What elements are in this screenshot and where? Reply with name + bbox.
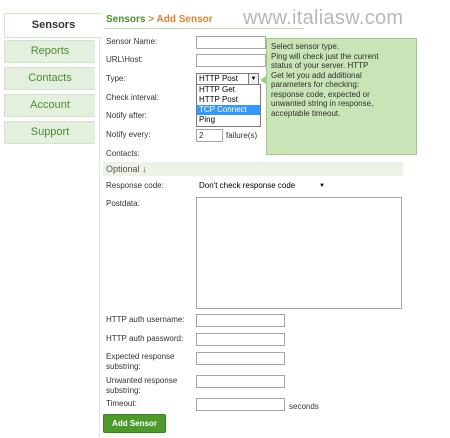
timeout-unit: seconds bbox=[289, 402, 319, 411]
type-option-tcp-connect[interactable]: TCP Connect bbox=[197, 105, 260, 115]
response-code-select[interactable]: Don't check response code ▼ bbox=[196, 180, 328, 192]
sidebar-item-sensors[interactable]: Sensors bbox=[4, 13, 102, 38]
notify-every-label: Notify every: bbox=[106, 130, 151, 139]
notify-every-input[interactable]: 2 bbox=[196, 129, 223, 142]
optional-section-label: Optional ↓ bbox=[106, 164, 147, 174]
expected-substring-label-line2: substring: bbox=[106, 362, 141, 371]
notify-every-unit: failure(s) bbox=[226, 131, 258, 140]
http-auth-username-label: HTTP auth username: bbox=[106, 315, 185, 324]
unwanted-substring-input[interactable] bbox=[196, 375, 285, 388]
chevron-down-icon[interactable]: ▼ bbox=[319, 181, 325, 191]
http-auth-password-input[interactable] bbox=[196, 333, 285, 346]
postdata-textarea[interactable] bbox=[196, 197, 402, 309]
expected-substring-label-line1: Expected response bbox=[106, 352, 175, 361]
expected-substring-input[interactable] bbox=[196, 352, 285, 365]
watermark: www.italiasw.com bbox=[243, 7, 404, 29]
check-interval-label: Check interval: bbox=[106, 93, 159, 102]
type-option-http-get[interactable]: HTTP Get bbox=[197, 85, 260, 95]
breadcrumb: Sensors > Add Sensor bbox=[106, 14, 213, 25]
sidebar-divider bbox=[99, 38, 100, 438]
type-option-http-post[interactable]: HTTP Post bbox=[197, 95, 260, 105]
response-code-value: Don't check response code bbox=[199, 181, 296, 190]
tooltip-line: Ping will check just the current bbox=[271, 51, 379, 61]
header-divider bbox=[104, 28, 304, 29]
sidebar: Sensors Reports Contacts Account Support bbox=[0, 0, 102, 438]
breadcrumb-root[interactable]: Sensors bbox=[106, 14, 145, 25]
chevron-down-icon[interactable]: ▼ bbox=[248, 74, 258, 84]
type-option-ping[interactable]: Ping bbox=[197, 115, 260, 125]
sidebar-item-reports[interactable]: Reports bbox=[4, 40, 95, 63]
url-host-label: URL\Host: bbox=[106, 55, 143, 64]
timeout-input[interactable] bbox=[196, 398, 285, 411]
tooltip-line: parameters for checking: bbox=[271, 80, 360, 89]
sidebar-item-support[interactable]: Support bbox=[4, 121, 95, 144]
http-auth-username-input[interactable] bbox=[196, 314, 285, 327]
unwanted-substring-label-line1: Unwanted response bbox=[106, 376, 178, 385]
breadcrumb-separator: > bbox=[148, 14, 155, 25]
tooltip-line: acceptable timeout. bbox=[271, 108, 341, 118]
type-label: Type: bbox=[106, 74, 126, 83]
response-code-label: Response code: bbox=[106, 181, 164, 190]
type-select-value: HTTP Post bbox=[199, 74, 238, 83]
add-sensor-button[interactable]: Add Sensor bbox=[103, 414, 166, 433]
sensor-name-input[interactable] bbox=[196, 36, 266, 49]
sensor-name-label: Sensor Name: bbox=[106, 37, 158, 46]
timeout-label: Timeout: bbox=[106, 399, 137, 408]
tooltip-line: Get let you add additional bbox=[271, 70, 362, 80]
sidebar-item-account[interactable]: Account bbox=[4, 94, 95, 117]
type-dropdown-list: HTTP Get HTTP Post TCP Connect Ping bbox=[196, 84, 261, 127]
tooltip-line: status of your server. HTTP bbox=[271, 61, 369, 70]
type-help-tooltip: Select sensor type. Ping will check just… bbox=[266, 38, 417, 155]
breadcrumb-current: Add Sensor bbox=[156, 14, 213, 25]
url-host-input[interactable] bbox=[196, 54, 266, 67]
tooltip-line: response code, expected or bbox=[271, 89, 370, 99]
tooltip-line: Select sensor type. bbox=[271, 42, 340, 51]
contacts-label: Contacts: bbox=[106, 149, 140, 158]
optional-section-toggle[interactable]: Optional ↓ bbox=[103, 162, 403, 176]
unwanted-substring-label-line2: substring: bbox=[106, 386, 141, 395]
tooltip-line: unwanted string in response, bbox=[271, 99, 374, 108]
postdata-label: Postdata: bbox=[106, 199, 140, 208]
sidebar-item-contacts[interactable]: Contacts bbox=[4, 67, 95, 90]
http-auth-password-label: HTTP auth password: bbox=[106, 334, 184, 343]
notify-after-label: Notify after: bbox=[106, 111, 147, 120]
